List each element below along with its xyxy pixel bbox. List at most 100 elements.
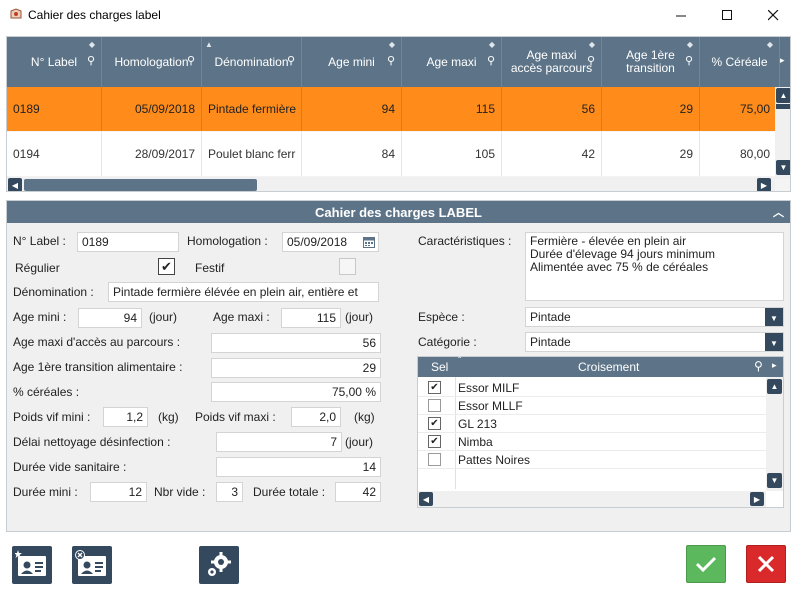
- grid-horizontal-scrollbar[interactable]: ◀ ▶: [7, 177, 775, 191]
- croisement-checkbox[interactable]: ✔: [428, 381, 441, 394]
- maximize-button[interactable]: [704, 0, 750, 30]
- collapse-icon[interactable]: ︿: [773, 204, 784, 220]
- search-icon[interactable]: ⚲: [587, 55, 595, 68]
- scroll-down-icon[interactable]: ▼: [776, 160, 790, 175]
- grid-header: ◆ N° Label ⚲ Homologation ⚲ ▲ Dénominati…: [7, 37, 790, 87]
- search-icon[interactable]: ⚲: [187, 55, 195, 68]
- sort-icon[interactable]: ▲: [205, 38, 213, 51]
- scroll-right-icon[interactable]: ▸: [772, 360, 777, 371]
- calendar-icon[interactable]: [363, 236, 375, 251]
- scroll-right-icon[interactable]: ▸: [780, 55, 785, 66]
- cell-age-maxi: 115: [402, 87, 502, 131]
- list-horizontal-scrollbar[interactable]: ◀ ▶: [418, 491, 766, 507]
- categorie-select[interactable]: Pintade ▼: [525, 332, 784, 352]
- sort-icon[interactable]: ◆: [767, 38, 773, 51]
- label-poids-mini: Poids vif mini :: [13, 410, 91, 424]
- categorie-value: Pintade: [530, 335, 571, 349]
- table-row[interactable]: 0194 28/09/2017 Poulet blanc ferr 84 105…: [7, 132, 780, 176]
- duree-mini-field[interactable]: 12: [90, 482, 147, 502]
- column-label: Age 1ère transition: [626, 48, 675, 75]
- column-header-age-transition[interactable]: ◆ Age 1ère transition ⚲: [602, 37, 700, 87]
- sort-icon[interactable]: ◆: [589, 38, 595, 51]
- list-vertical-scrollbar[interactable]: ▲ ▼: [766, 377, 783, 491]
- label-regulier: Régulier: [15, 261, 60, 275]
- age-mini-field[interactable]: 94: [78, 308, 142, 328]
- croisement-name: Nimba: [458, 435, 493, 449]
- search-icon[interactable]: ⚲: [685, 55, 693, 68]
- croisement-checkbox[interactable]: ✔: [428, 435, 441, 448]
- sort-icon[interactable]: ◆: [89, 38, 95, 51]
- croisement-checkbox[interactable]: ✔: [428, 417, 441, 430]
- poids-mini-field[interactable]: 1,2: [103, 407, 148, 427]
- delai-field[interactable]: 7: [216, 432, 342, 452]
- search-icon[interactable]: ⚲: [287, 55, 295, 68]
- minimize-button[interactable]: [658, 0, 704, 30]
- column-header-age-maxi[interactable]: ◆ Age maxi ⚲: [402, 37, 502, 87]
- search-icon[interactable]: ⚲: [387, 55, 395, 68]
- search-icon[interactable]: ⚲: [754, 359, 763, 373]
- app-icon: [9, 8, 23, 21]
- list-item[interactable]: ✔ Essor MILF: [418, 379, 766, 397]
- cancel-button[interactable]: [746, 545, 786, 583]
- age-maxi-field[interactable]: 115: [281, 308, 341, 328]
- settings-button[interactable]: [199, 546, 239, 584]
- cell-age-maxi: 105: [402, 132, 502, 176]
- sort-icon[interactable]: ◆: [687, 38, 693, 51]
- scroll-right-icon[interactable]: ▶: [757, 178, 771, 191]
- column-header-cereales[interactable]: ◆ % Céréale: [700, 37, 780, 87]
- poids-maxi-field[interactable]: 2,0: [291, 407, 341, 427]
- homologation-field[interactable]: 05/09/2018: [282, 232, 379, 252]
- scroll-down-icon[interactable]: ▼: [767, 473, 782, 488]
- sort-icon[interactable]: ˆ: [458, 356, 461, 367]
- grid-vertical-scrollbar[interactable]: ▲ ▼: [775, 87, 790, 179]
- scroll-up-icon[interactable]: ▲: [767, 379, 782, 394]
- caracteristiques-textarea[interactable]: Fermière - élevée en plein air Durée d'é…: [525, 232, 784, 301]
- list-item[interactable]: ✔ Nimba: [418, 433, 766, 451]
- sort-icon[interactable]: ◆: [489, 38, 495, 51]
- sort-icon[interactable]: ◆: [389, 38, 395, 51]
- scroll-up-icon[interactable]: ▲: [776, 88, 790, 103]
- list-item[interactable]: Pattes Noires: [418, 451, 766, 469]
- close-icon: [757, 555, 775, 573]
- scroll-right-icon[interactable]: ▶: [750, 492, 764, 506]
- scroll-left-icon[interactable]: ◀: [419, 492, 433, 506]
- age-parcours-field[interactable]: 56: [211, 333, 381, 353]
- close-window-button[interactable]: [750, 0, 796, 30]
- column-header-age-parcours[interactable]: ◆ Age maxi accès parcours ⚲: [502, 37, 602, 87]
- scroll-thumb[interactable]: [776, 104, 790, 109]
- table-row[interactable]: 0189 05/09/2018 Pintade fermière 94 115 …: [7, 87, 780, 131]
- column-header-denomination[interactable]: ▲ Dénomination ⚲: [202, 37, 302, 87]
- scroll-thumb[interactable]: [24, 179, 257, 191]
- delete-card-button[interactable]: [72, 546, 112, 584]
- scroll-left-icon[interactable]: ◀: [8, 178, 22, 191]
- festif-checkbox[interactable]: [339, 258, 356, 275]
- new-card-button[interactable]: [12, 546, 52, 584]
- search-icon[interactable]: ⚲: [487, 55, 495, 68]
- age-transition-field[interactable]: 29: [211, 358, 381, 378]
- duree-vide-field[interactable]: 14: [216, 457, 381, 477]
- column-header-sel[interactable]: Sel: [431, 360, 448, 374]
- unit-jour: (jour): [149, 310, 178, 324]
- label-caracteristiques: Caractéristiques :: [418, 234, 512, 248]
- croisement-checkbox[interactable]: [428, 399, 441, 412]
- column-label: Dénomination: [214, 54, 289, 69]
- column-header-no-label[interactable]: ◆ N° Label ⚲: [7, 37, 102, 87]
- no-label-field[interactable]: 0189: [77, 232, 179, 252]
- column-header-age-mini[interactable]: ◆ Age mini ⚲: [302, 37, 402, 87]
- chevron-down-icon[interactable]: ▼: [765, 333, 783, 351]
- column-header-homologation[interactable]: Homologation ⚲: [102, 37, 202, 87]
- unit-kg: (kg): [158, 410, 179, 424]
- cereales-field[interactable]: 75,00 %: [211, 382, 381, 402]
- list-item[interactable]: ✔ GL 213: [418, 415, 766, 433]
- regulier-checkbox[interactable]: ✔: [158, 258, 175, 275]
- croisement-checkbox[interactable]: [428, 453, 441, 466]
- ok-button[interactable]: [686, 545, 726, 583]
- espece-select[interactable]: Pintade ▼: [525, 307, 784, 327]
- search-icon[interactable]: ⚲: [87, 55, 95, 68]
- duree-totale-field[interactable]: 42: [335, 482, 381, 502]
- denomination-field[interactable]: Pintade fermière élévée en plein air, en…: [108, 282, 379, 302]
- list-item[interactable]: Essor MLLF: [418, 397, 766, 415]
- chevron-down-icon[interactable]: ▼: [765, 308, 783, 326]
- nbr-vide-field[interactable]: 3: [216, 482, 243, 502]
- column-header-croisement[interactable]: Croisement: [578, 360, 639, 374]
